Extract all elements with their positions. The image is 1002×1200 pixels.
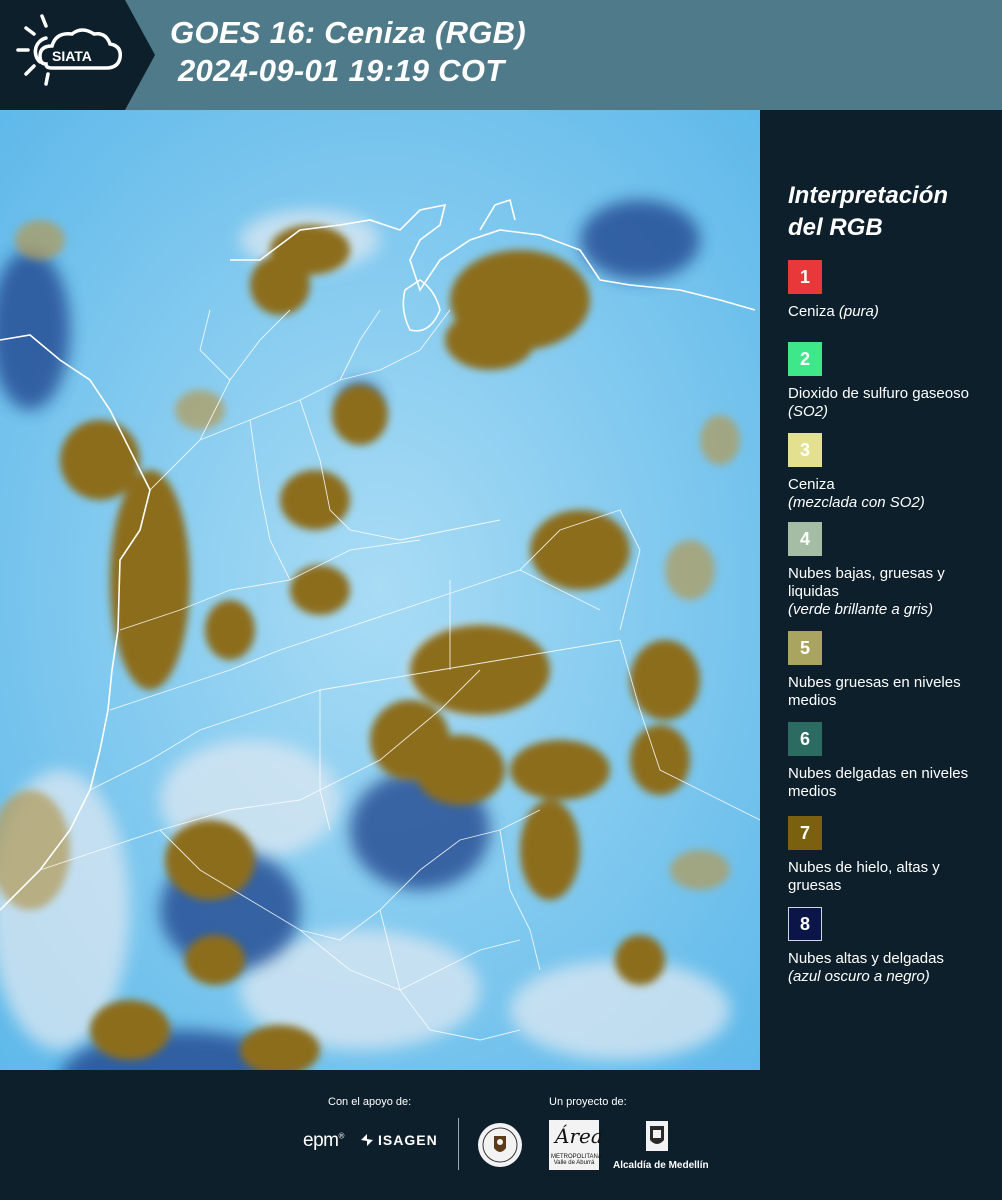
legend-item-8: 8 Nubes altas y delgadas (azul oscuro a ne…: [788, 907, 988, 986]
alcaldia-shield-icon[interactable]: [645, 1120, 669, 1156]
legend-swatch: 3: [788, 433, 822, 467]
header-bar: SIATA GOES 16: Ceniza (RGB) 2024-09-01 1…: [0, 0, 1002, 110]
epm-logo[interactable]: epm®: [303, 1130, 344, 1152]
legend-item-1: 1 Ceniza (pura): [788, 260, 988, 321]
legend-note: (mezclada con SO2): [788, 494, 925, 511]
legend-label: Nubes bajas, gruesas y liquidas (verde br…: [788, 565, 988, 619]
legend-item-7: 7 Nubes de hielo, altas y gruesas: [788, 816, 988, 895]
support-label: Con el apoyo de:: [328, 1096, 412, 1108]
legend-label-text: Ceniza: [788, 476, 835, 493]
legend-swatch: 2: [788, 342, 822, 376]
legend-label-text: Ceniza: [788, 303, 839, 320]
legend-item-4: 4 Nubes bajas, gruesas y liquidas (verde b…: [788, 522, 988, 619]
legend-label-text: Nubes bajas, gruesas y liquidas: [788, 565, 945, 600]
epm-text: epm: [303, 1130, 339, 1151]
legend-swatch: 1: [788, 260, 822, 294]
legend-label-text: Nubes gruesas en niveles medios: [788, 674, 961, 709]
legend-swatch: 8: [788, 907, 822, 941]
legend-label-text: Nubes delgadas en niveles medios: [788, 765, 969, 800]
legend-title-line1: Interpretación: [788, 182, 949, 209]
legend-note: (verde brillante a gris): [788, 601, 934, 618]
legend-swatch: 4: [788, 522, 822, 556]
legend-label: Nubes gruesas en niveles medios: [788, 674, 988, 710]
legend-item-6: 6 Nubes delgadas en niveles medios: [788, 722, 988, 801]
legend-panel: Interpretación del RGB 1 Ceniza (pura) 2 Di…: [760, 110, 1002, 1070]
legend-label: Nubes altas y delgadas (azul oscuro a neg…: [788, 950, 988, 986]
footer-divider: [458, 1118, 459, 1170]
legend-swatch: 7: [788, 816, 822, 850]
isagen-mark-icon: [361, 1134, 373, 1146]
legend-label-text: Dioxido de sulfuro gaseoso: [788, 385, 969, 402]
legend-label: Ceniza (mezclada con SO2): [788, 476, 988, 512]
legend-label: Dioxido de sulfuro gaseoso (SO2): [788, 385, 988, 421]
siata-logo[interactable]: SIATA: [0, 0, 155, 110]
footer-sponsors: Con el apoyo de: Un proyecto de: epm® IS…: [0, 1070, 1002, 1200]
isagen-text: ISAGEN: [378, 1132, 438, 1148]
alcaldia-label: Alcaldía de Medellín: [613, 1160, 709, 1171]
legend-label-text: Nubes altas y delgadas: [788, 950, 944, 967]
legend-label: Nubes de hielo, altas y gruesas: [788, 859, 988, 895]
legend-title: Interpretación del RGB: [788, 180, 948, 244]
legend-item-3: 3 Ceniza (mezclada con SO2): [788, 433, 988, 512]
legend-note: (azul oscuro a negro): [788, 968, 930, 985]
legend-title-line2: del RGB: [788, 214, 883, 241]
area-subtitle: METROPOLITANA Valle de Aburrá: [551, 1154, 602, 1166]
page-title: GOES 16: Ceniza (RGB) 2024-09-01 19:19 C…: [170, 14, 526, 90]
medellin-seal-icon[interactable]: [477, 1122, 523, 1168]
title-product: GOES 16: Ceniza (RGB): [170, 15, 526, 50]
area-metropolitana-logo[interactable]: Área METROPOLITANA Valle de Aburrá: [549, 1120, 603, 1170]
legend-note: (SO2): [788, 403, 829, 420]
legend-label: Nubes delgadas en niveles medios: [788, 765, 988, 801]
legend-swatch: 6: [788, 722, 822, 756]
legend-item-5: 5 Nubes gruesas en niveles medios: [788, 631, 988, 710]
title-datetime: 2024-09-01 19:19 COT: [178, 53, 505, 88]
satellite-map[interactable]: [0, 110, 760, 1070]
project-label: Un proyecto de:: [549, 1096, 627, 1108]
legend-label: Ceniza (pura): [788, 303, 988, 321]
legend-swatch: 5: [788, 631, 822, 665]
svg-text:SIATA: SIATA: [52, 48, 92, 64]
legend-note: (pura): [838, 303, 879, 320]
legend-label-text: Nubes de hielo, altas y gruesas: [788, 859, 940, 894]
legend-item-2: 2 Dioxido de sulfuro gaseoso (SO2): [788, 342, 988, 421]
area-word: Área: [555, 1124, 603, 1148]
isagen-logo[interactable]: ISAGEN: [360, 1132, 438, 1148]
